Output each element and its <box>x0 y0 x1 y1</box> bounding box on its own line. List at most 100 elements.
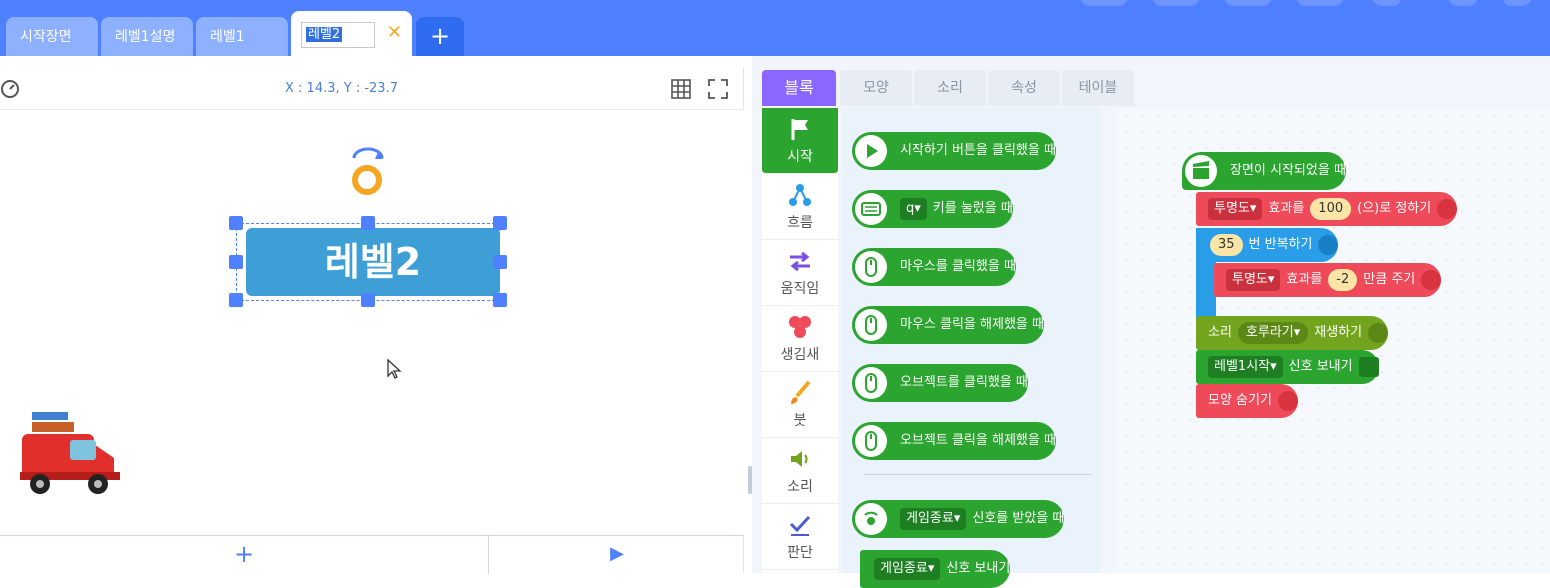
resize-handle[interactable] <box>361 216 375 230</box>
level2-sprite[interactable]: 레벨2 <box>246 228 500 296</box>
category-flow[interactable]: 흐름 <box>762 174 838 240</box>
block-text: 번 반복하기 <box>1248 237 1313 252</box>
block-when-signal-received[interactable]: 게임종료▾ 신호를 받았을 때 <box>852 500 1065 538</box>
mouse-icon <box>855 251 887 283</box>
speaker-icon <box>791 451 808 467</box>
tab-properties[interactable]: 속성 <box>988 70 1060 106</box>
repeat-count-input[interactable]: 35 <box>1210 234 1243 256</box>
mouse-cursor-icon <box>387 358 402 379</box>
effect-value-input[interactable]: 100 <box>1310 198 1352 220</box>
sound-dropdown[interactable]: 호루라기▾ <box>1237 322 1309 344</box>
block-when-key-pressed[interactable]: q▾ 키를 눌렀을 때 <box>852 190 1013 228</box>
category-sound[interactable]: 소리 <box>762 438 838 504</box>
block-send-signal[interactable]: 게임종료▾ 신호 보내기 <box>860 550 1011 588</box>
tab-label: 레벨1설명 <box>115 29 176 45</box>
block-editor: 블록 모양 소리 속성 테이블 시작 흐름 움직임 생김새 붓 소리 판단 시작… <box>752 56 1550 588</box>
tab-sounds[interactable]: 소리 <box>914 70 986 106</box>
play-button[interactable]: ▶ <box>490 536 744 574</box>
tab-level1-intro[interactable]: 레벨1설명 <box>101 17 193 56</box>
block-when-mouse-clicked[interactable]: 마우스를 클릭했을 때 <box>852 248 1016 286</box>
effect-dropdown[interactable]: 투명도▾ <box>1208 198 1263 220</box>
scene-name-text: 레벨2 <box>306 27 343 42</box>
stage-toolbar: X : 14.3, Y : -23.7 <box>0 68 744 110</box>
resize-handle[interactable] <box>229 255 243 269</box>
tab-table[interactable]: 테이블 <box>1062 70 1134 106</box>
category-label: 생김새 <box>780 347 820 363</box>
signal-dropdown[interactable]: 게임종료▾ <box>900 508 967 530</box>
block-set-effect[interactable]: 투명도▾ 효과를 100 (으)로 정하기 <box>1196 192 1458 226</box>
flag-icon <box>791 119 808 140</box>
resize-handle[interactable] <box>361 293 375 307</box>
keyboard-icon <box>855 193 887 225</box>
tab-shapes[interactable]: 모양 <box>840 70 912 106</box>
speedometer-icon[interactable] <box>0 78 22 100</box>
tab-label: 시작장면 <box>20 29 72 45</box>
tab-level2[interactable]: 레벨2 ✕ <box>291 11 412 56</box>
tab-level1[interactable]: 레벨1 <box>196 17 288 56</box>
add-object-button[interactable]: + <box>0 536 489 574</box>
block-palette: 시작하기 버튼을 클릭했을 때 q▾ 키를 눌렀을 때 마우스를 클릭했을 때 마… <box>842 108 1100 588</box>
fullscreen-icon[interactable] <box>707 78 729 100</box>
center-handle[interactable] <box>352 165 382 195</box>
toolbar-button[interactable] <box>1448 0 1478 6</box>
category-motion[interactable]: 움직임 <box>762 240 838 306</box>
toolbar-button[interactable] <box>1224 0 1272 6</box>
block-when-start-clicked[interactable]: 시작하기 버튼을 클릭했을 때 <box>852 132 1056 170</box>
category-label: 흐름 <box>787 215 813 231</box>
block-text: 마우스를 클릭했을 때 <box>900 259 1016 274</box>
key-dropdown[interactable]: q▾ <box>900 198 927 220</box>
block-text: 모양 숨기기 <box>1208 393 1272 408</box>
block-when-object-released[interactable]: 오브젝트 클릭을 해제했을 때 <box>852 422 1056 460</box>
top-bar: 시작장면 레벨1설명 레벨1 레벨2 ✕ + <box>0 0 1550 56</box>
block-change-effect[interactable]: 투명도▾ 효과를 -2 만큼 주기 <box>1214 263 1442 297</box>
category-label: 붓 <box>793 413 807 429</box>
stage-canvas[interactable]: 레벨2 <box>0 110 744 535</box>
block-text: (으)로 정하기 <box>1357 201 1432 216</box>
toolbar-button[interactable] <box>1296 0 1344 6</box>
toolbar-button[interactable] <box>1080 0 1128 6</box>
add-scene-button[interactable]: + <box>416 17 464 56</box>
category-label: 소리 <box>787 479 813 495</box>
scene-name-input[interactable]: 레벨2 <box>301 22 375 48</box>
resize-handle[interactable] <box>229 293 243 307</box>
block-repeat[interactable]: 35 번 반복하기 <box>1196 228 1339 262</box>
block-when-mouse-released[interactable]: 마우스 클릭을 해제했을 때 <box>852 306 1044 344</box>
signal-icon <box>855 503 887 535</box>
toolbar-button[interactable] <box>1372 0 1402 6</box>
flow-icon <box>1318 234 1339 255</box>
block-text: 소리 <box>1208 325 1232 340</box>
tab-scene-start[interactable]: 시작장면 <box>6 17 98 56</box>
block-send-signal[interactable]: 레벨1시작▾ 신호 보내기 <box>1196 350 1379 384</box>
block-text: 오브젝트 클릭을 해제했을 때 <box>900 433 1056 448</box>
effect-value-input[interactable]: -2 <box>1328 269 1358 291</box>
block-text: 마우스 클릭을 해제했을 때 <box>900 317 1044 332</box>
toolbar-button[interactable] <box>1502 0 1532 6</box>
resize-handle[interactable] <box>493 216 507 230</box>
resize-handle[interactable] <box>493 293 507 307</box>
category-label: 움직임 <box>780 281 820 297</box>
block-when-scene-starts[interactable]: 장면이 시작되었을 때 <box>1182 152 1346 190</box>
toolbar-button[interactable] <box>1152 0 1200 6</box>
rotate-handle-icon[interactable] <box>350 144 386 164</box>
signal-dropdown[interactable]: 게임종료▾ <box>874 558 941 580</box>
category-brush[interactable]: 붓 <box>762 372 838 438</box>
block-play-sound[interactable]: 소리 호루라기▾ 재생하기 <box>1196 316 1389 350</box>
stage-bottom-bar: + ▶ <box>0 535 744 574</box>
block-hide[interactable]: 모양 숨기기 <box>1196 384 1298 418</box>
script-area[interactable]: 장면이 시작되었을 때 투명도▾ 효과를 100 (으)로 정하기 35 번 반복하기 … <box>1118 108 1550 573</box>
block-when-object-clicked[interactable]: 오브젝트를 클릭했을 때 <box>852 364 1028 402</box>
category-looks[interactable]: 생김새 <box>762 306 838 372</box>
looks-icon <box>1277 390 1298 411</box>
truck-sprite[interactable] <box>18 410 122 496</box>
effect-dropdown[interactable]: 투명도▾ <box>1226 269 1281 291</box>
block-text: 장면이 시작되었을 때 <box>1230 163 1346 178</box>
category-start[interactable]: 시작 <box>762 108 838 174</box>
mouse-icon <box>855 425 887 457</box>
signal-dropdown[interactable]: 레벨1시작▾ <box>1208 356 1283 378</box>
tab-blocks[interactable]: 블록 <box>762 70 836 106</box>
grid-icon[interactable] <box>670 78 692 100</box>
category-judge[interactable]: 판단 <box>762 504 838 570</box>
resize-handle[interactable] <box>229 216 243 230</box>
resize-handle[interactable] <box>493 255 507 269</box>
close-icon[interactable]: ✕ <box>387 21 402 45</box>
